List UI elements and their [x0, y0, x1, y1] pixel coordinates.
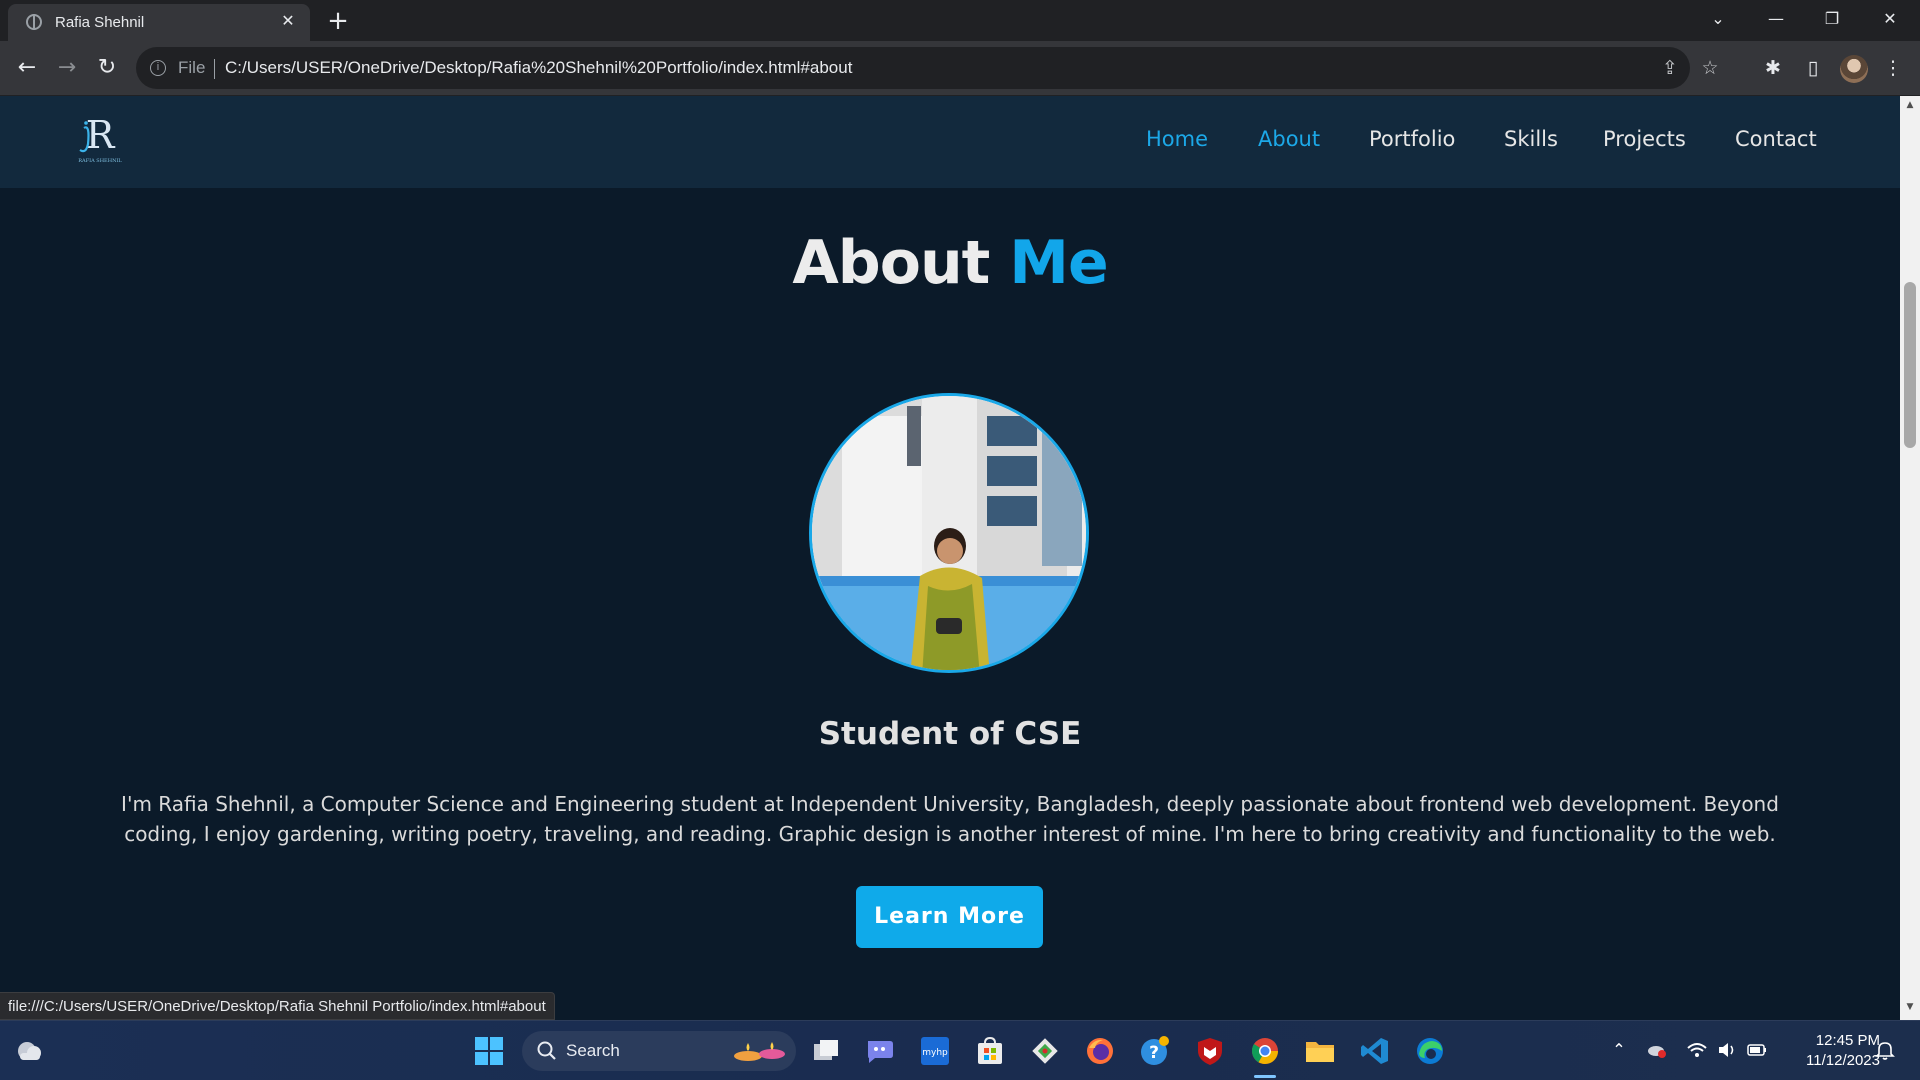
profile-photo	[809, 393, 1089, 673]
about-subtitle: Student of CSE	[818, 716, 1082, 752]
onedrive-error-icon[interactable]	[1646, 1039, 1668, 1061]
battery-icon[interactable]	[1746, 1039, 1768, 1061]
new-tab-button[interactable]: +	[324, 8, 352, 36]
wifi-icon[interactable]	[1686, 1039, 1708, 1061]
start-windows-icon[interactable]	[471, 1033, 507, 1069]
close-tab-icon[interactable]: ✕	[278, 11, 298, 31]
globe-icon	[26, 14, 42, 30]
taskbar-clock[interactable]: 12:45 PM 11/12/2023	[1780, 1031, 1880, 1071]
nav-skills[interactable]: Skills	[1504, 127, 1558, 151]
firefox-icon[interactable]	[1082, 1033, 1118, 1069]
svg-text:R: R	[86, 114, 116, 157]
browser-tabstrip: Rafia Shehnil ✕ + ⌄ — ❐ ✕	[0, 0, 1920, 41]
vscode-icon[interactable]	[1357, 1033, 1393, 1069]
scroll-up-arrow-icon[interactable]: ▲	[1905, 100, 1915, 110]
scroll-down-arrow-icon[interactable]: ▼	[1905, 1002, 1915, 1012]
taskbar-search[interactable]: Search	[522, 1031, 796, 1071]
scroll-thumb[interactable]	[1904, 282, 1916, 448]
profile-avatar[interactable]	[1840, 55, 1868, 83]
task-view-icon[interactable]	[808, 1033, 844, 1069]
about-heading: About Me	[0, 228, 1900, 298]
weather-cloud-icon[interactable]	[14, 1037, 44, 1063]
edge-icon[interactable]	[1412, 1033, 1448, 1069]
nav-portfolio[interactable]: Portfolio	[1369, 127, 1455, 151]
nav-contact[interactable]: Contact	[1735, 127, 1817, 151]
share-icon[interactable]: ⇪	[1658, 56, 1682, 80]
chrome-icon[interactable]	[1247, 1033, 1283, 1069]
about-heading-word2: Me	[1009, 228, 1108, 298]
tab-search-chevron-icon[interactable]: ⌄	[1696, 4, 1740, 34]
teams-chat-icon[interactable]	[862, 1033, 898, 1069]
extensions-icon[interactable]: ✱	[1760, 55, 1786, 81]
windows-taskbar: Search myhp ? ⌃ 12:45 PM 11/12/2023	[0, 1020, 1920, 1080]
forward-button[interactable]: →	[54, 55, 80, 81]
show-hidden-icons-chevron-icon[interactable]: ⌃	[1608, 1039, 1630, 1061]
get-help-icon[interactable]: ?	[1137, 1033, 1173, 1069]
back-button[interactable]: ←	[14, 55, 40, 81]
site-header: R RAFIA SHEHNIL Home About Portfolio Ski…	[0, 96, 1900, 188]
reload-button[interactable]: ↻	[94, 55, 120, 81]
nav-projects[interactable]: Projects	[1603, 127, 1686, 151]
clock-date: 11/12/2023	[1806, 1052, 1880, 1069]
svg-text:RAFIA SHEHNIL: RAFIA SHEHNIL	[78, 158, 122, 164]
volume-icon[interactable]	[1716, 1039, 1738, 1061]
menu-kebab-icon[interactable]: ⋮	[1880, 55, 1906, 81]
scheme-label: File	[178, 58, 206, 77]
clock-time: 12:45 PM	[1815, 1032, 1880, 1049]
about-bio: I'm Rafia Shehnil, a Computer Science an…	[121, 792, 1779, 846]
url-text[interactable]: C:/Users/USER/OneDrive/Desktop/Rafia%20S…	[225, 58, 852, 78]
svg-text:?: ?	[1149, 1043, 1159, 1063]
side-panel-icon[interactable]: ▯	[1800, 55, 1826, 81]
page-viewport: R RAFIA SHEHNIL Home About Portfolio Ski…	[0, 96, 1900, 1020]
close-window-button[interactable]: ✕	[1868, 4, 1912, 34]
bookmark-star-icon[interactable]: ☆	[1698, 56, 1722, 80]
search-label: Search	[566, 1041, 620, 1060]
tab-title: Rafia Shehnil	[55, 14, 145, 31]
page-scrollbar[interactable]: ▲ ▼	[1900, 96, 1920, 1020]
svg-text:myhp: myhp	[922, 1048, 948, 1058]
nav-about[interactable]: About	[1258, 127, 1320, 151]
notification-bell-icon[interactable]	[1874, 1039, 1896, 1061]
search-icon	[537, 1041, 556, 1060]
site-info-icon[interactable]: i	[150, 60, 166, 76]
address-separator	[214, 59, 215, 79]
browser-toolbar: ← → ↻ i File C:/Users/USER/OneDrive/Desk…	[0, 41, 1920, 96]
browser-tab[interactable]: Rafia Shehnil ✕	[8, 4, 310, 41]
microsoft-store-icon[interactable]	[972, 1033, 1008, 1069]
link-status-bubble: file:///C:/Users/USER/OneDrive/Desktop/R…	[0, 992, 555, 1020]
site-logo[interactable]: R RAFIA SHEHNIL	[74, 114, 126, 166]
mcafee-shield-icon[interactable]	[1192, 1033, 1228, 1069]
git-diamond-icon[interactable]	[1027, 1033, 1063, 1069]
address-bar[interactable]: i File C:/Users/USER/OneDrive/Desktop/Ra…	[136, 47, 1719, 89]
myhp-icon[interactable]: myhp	[917, 1033, 953, 1069]
learn-more-button[interactable]: Learn More	[856, 886, 1043, 948]
chrome-active-indicator	[1254, 1075, 1276, 1078]
nav-home[interactable]: Home	[1146, 127, 1208, 151]
minimize-button[interactable]: —	[1754, 4, 1798, 34]
search-highlight-diya-icon	[734, 1042, 785, 1061]
restore-button[interactable]: ❐	[1810, 4, 1854, 34]
file-explorer-folder-icon[interactable]	[1302, 1033, 1338, 1069]
about-heading-word1: About	[792, 228, 990, 298]
